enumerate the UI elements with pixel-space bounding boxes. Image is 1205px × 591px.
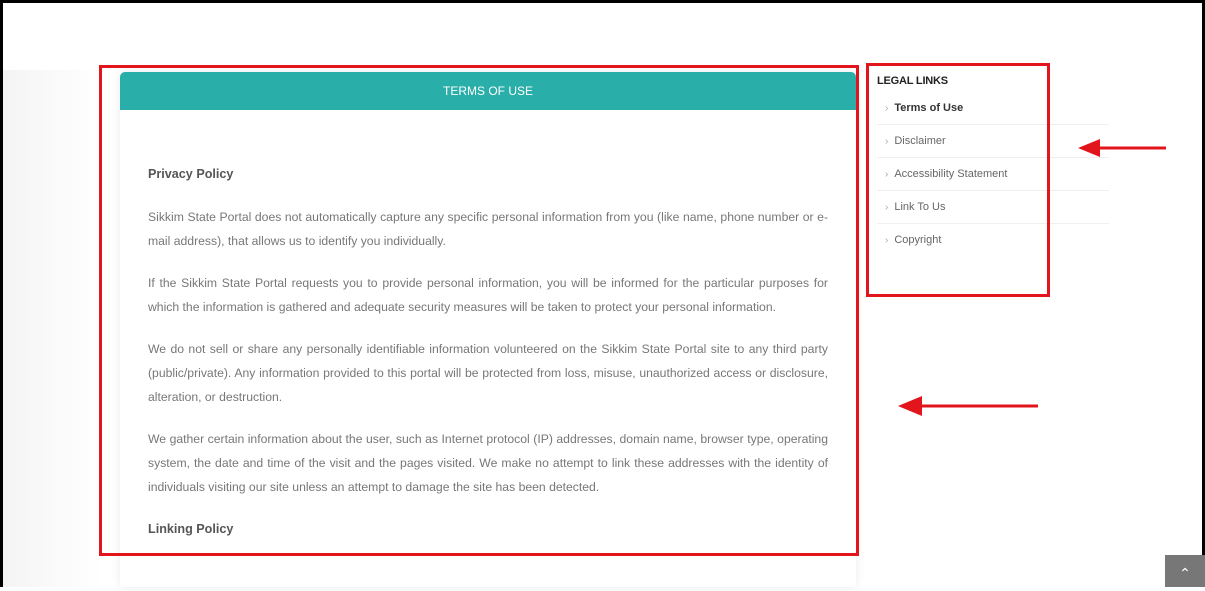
chevron-right-icon: › <box>885 169 889 180</box>
sidebar-item-link-to-us[interactable]: › Link To Us <box>877 191 1109 224</box>
sidebar-item-label: Copyright <box>894 234 942 246</box>
page-background-fade <box>3 70 103 587</box>
sidebar-item-terms-of-use[interactable]: › Terms of Use <box>877 92 1109 125</box>
arrow-left-icon <box>898 396 1038 416</box>
sidebar-item-label: Accessibility Statement <box>894 168 1008 180</box>
sidebar-item-accessibility-statement[interactable]: › Accessibility Statement <box>877 158 1109 191</box>
privacy-policy-heading: Privacy Policy <box>148 167 234 181</box>
paragraph: Sikkim State Portal does not automatical… <box>148 210 828 248</box>
scroll-to-top-button[interactable]: ⌃ <box>1165 555 1205 587</box>
chevron-up-icon: ⌃ <box>1179 565 1191 581</box>
card-body: Privacy Policy Sikkim State Portal does … <box>120 110 856 541</box>
legal-links-sidebar: LEGAL LINKS › Terms of Use › Disclaimer › A… <box>877 70 1109 256</box>
sidebar-title: LEGAL LINKS <box>877 75 948 87</box>
paragraph: We do not sell or share any personally i… <box>148 342 828 404</box>
sidebar-item-copyright[interactable]: › Copyright <box>877 224 1109 256</box>
paragraph: We gather certain information about the … <box>148 432 828 494</box>
chevron-right-icon: › <box>885 202 889 213</box>
chevron-right-icon: › <box>885 136 889 147</box>
sidebar-item-label: Disclaimer <box>894 135 946 147</box>
paragraph: If the Sikkim State Portal requests you … <box>148 276 828 314</box>
sidebar-item-disclaimer[interactable]: › Disclaimer <box>877 125 1109 158</box>
linking-policy-heading: Linking Policy <box>148 522 234 536</box>
arrow-left-icon <box>1078 139 1166 157</box>
chevron-right-icon: › <box>885 103 889 114</box>
card-header-title: TERMS OF USE <box>120 72 856 110</box>
sidebar-item-label: Link To Us <box>894 201 946 213</box>
sidebar-item-label: Terms of Use <box>894 102 964 114</box>
terms-card: TERMS OF USE Privacy Policy Sikkim State… <box>120 72 856 587</box>
chevron-right-icon: › <box>885 235 889 246</box>
